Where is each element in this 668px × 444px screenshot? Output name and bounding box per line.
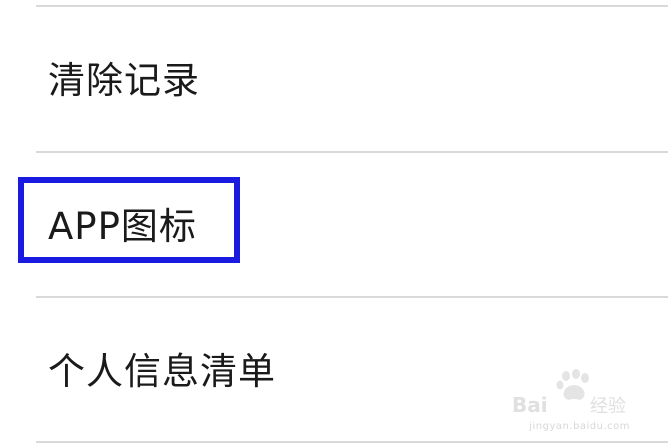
baidu-jingyan-watermark: Bai 经验 (510, 368, 630, 416)
baidu-paw-icon: Bai 经验 (512, 369, 626, 416)
clear-records-label: 清除记录 (48, 59, 200, 102)
divider (36, 441, 668, 443)
watermark-logo-text: Bai (512, 393, 548, 416)
app-icon-label: APP图标 (48, 205, 197, 248)
watermark-url: jingyan.baidu.com (529, 421, 630, 432)
personal-info-list-label: 个人信息清单 (48, 350, 276, 393)
watermark-logo-suffix: 经验 (590, 396, 626, 416)
clear-records-item[interactable]: 清除记录 (0, 7, 668, 151)
app-icon-item[interactable]: APP图标 (0, 153, 668, 297)
